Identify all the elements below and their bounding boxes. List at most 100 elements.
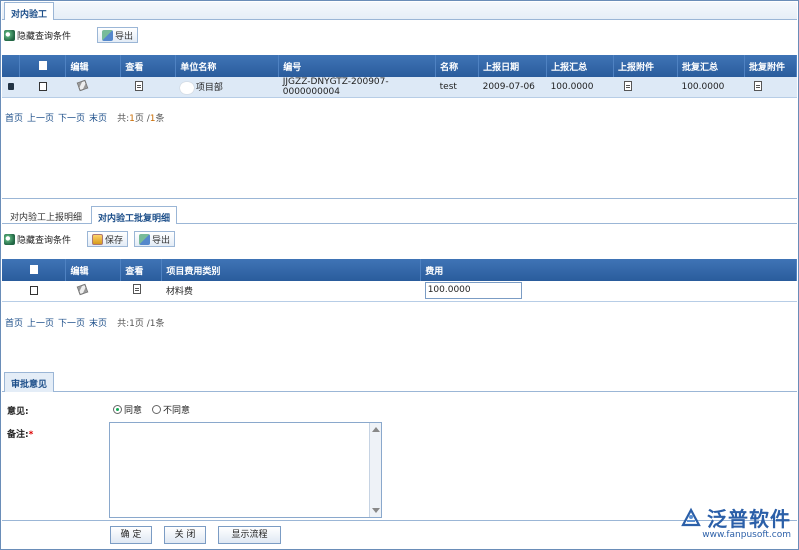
grid-header: 编辑 查看 项目费用类别 费用 xyxy=(2,259,797,281)
col-approve-total: 批复汇总 xyxy=(677,55,745,77)
confirm-button[interactable]: 确 定 xyxy=(110,526,152,544)
pager-count-unit: 条 xyxy=(155,114,165,124)
pager-first-link[interactable]: 首页 xyxy=(5,111,23,124)
brand-url: www.fanpusoft.com xyxy=(702,530,791,540)
pager-first-link[interactable]: 首页 xyxy=(5,316,23,329)
col-code: 编号 xyxy=(278,55,437,77)
opinion-label: 意见: xyxy=(7,407,29,417)
export-icon xyxy=(102,29,114,41)
edit-cell xyxy=(65,281,121,302)
category-cell: 材料费 xyxy=(161,281,421,302)
hide-query-label: 隐藏查询条件 xyxy=(17,31,72,42)
tab-approve-detail[interactable]: 对内验工批复明细 xyxy=(91,206,178,224)
col-fee: 费用 xyxy=(420,259,797,281)
scroll-down-icon[interactable] xyxy=(372,508,380,513)
col-edit: 编辑 xyxy=(65,55,122,77)
pager-total-prefix: 共: xyxy=(117,319,130,329)
edit-icon[interactable] xyxy=(76,79,89,92)
pager-total-prefix: 共: xyxy=(117,114,130,124)
fee-input[interactable]: 100.0000 xyxy=(424,282,522,300)
hide-query-link[interactable]: 隐藏查询条件 xyxy=(4,29,71,42)
show-flow-button[interactable]: 显示流程 xyxy=(218,526,281,544)
select-all-col xyxy=(19,55,67,77)
remark-label-wrap: 备注:* xyxy=(7,427,33,440)
remark-scrollbar[interactable] xyxy=(369,423,381,517)
lock-icon xyxy=(7,83,14,90)
view-cell xyxy=(120,281,162,302)
agree-label: 同意 xyxy=(124,406,143,416)
code-cell: JJGZZ-DNYGTZ-200907-0000000004 xyxy=(278,77,436,98)
export-button-2[interactable]: 导出 xyxy=(134,231,176,247)
pager-next-link[interactable]: 下一页 xyxy=(58,316,85,329)
tab-report-detail[interactable]: 对内验工上报明细 xyxy=(4,206,88,224)
top-tabstrip: 对内验工 xyxy=(2,2,797,20)
pager-summary: 共:1页 /1条 xyxy=(117,316,164,329)
row-checkbox[interactable] xyxy=(38,82,47,91)
toolbar-top: 隐藏查询条件 导出 xyxy=(2,24,797,46)
close-button[interactable]: 关 闭 xyxy=(164,526,206,544)
col-report-date: 上报日期 xyxy=(478,55,548,77)
col-name: 名称 xyxy=(435,55,480,77)
export-label: 导出 xyxy=(115,31,134,42)
unit-value: 项目部 xyxy=(195,83,223,94)
approve-attach-cell xyxy=(744,77,797,98)
remark-label: 备注: xyxy=(7,430,29,440)
remark-textarea[interactable] xyxy=(109,422,382,518)
export-icon xyxy=(139,233,151,245)
required-marker: * xyxy=(28,430,34,440)
approve-attachment-icon[interactable] xyxy=(754,80,763,91)
pager-last-link[interactable]: 末页 xyxy=(89,316,107,329)
pager-last-link[interactable]: 末页 xyxy=(89,111,107,124)
detail-tabstrip: 对内验工上报明细 对内验工批复明细 xyxy=(2,206,797,224)
approve-total-cell: 100.0000 xyxy=(677,77,745,98)
col-view: 查看 xyxy=(120,259,163,281)
tab-internal-inspection[interactable]: 对内验工 xyxy=(4,2,55,20)
col-edit: 编辑 xyxy=(65,259,122,281)
table-row[interactable]: 材料费 100.0000 xyxy=(2,281,797,302)
disagree-option[interactable]: 不同意 xyxy=(152,403,190,416)
agree-radio[interactable] xyxy=(113,405,122,414)
col-view: 查看 xyxy=(120,55,177,77)
pager-prev-link[interactable]: 上一页 xyxy=(27,316,54,329)
edit-icon[interactable] xyxy=(76,283,89,296)
pager-page-unit: 页 xyxy=(134,319,144,329)
export-button[interactable]: 导出 xyxy=(97,27,139,43)
pager-prev-link[interactable]: 上一页 xyxy=(27,111,54,124)
report-attach-cell xyxy=(613,77,678,98)
toolbar-detail: 隐藏查询条件 保存 导出 xyxy=(2,228,797,250)
report-grid: 编辑 查看 单位名称 编号 名称 上报日期 上报汇总 上报附件 批复汇总 批复附… xyxy=(2,55,798,98)
col-approve-attach: 批复附件 xyxy=(744,55,798,77)
hide-query-link-2[interactable]: 隐藏查询条件 xyxy=(4,233,71,246)
footer-divider xyxy=(2,520,797,521)
save-button[interactable]: 保存 xyxy=(87,231,129,247)
pager-summary: 共:1页 /1条 xyxy=(117,111,164,124)
col-report-total: 上报汇总 xyxy=(546,55,615,77)
tab-approval-opinion[interactable]: 审批意见 xyxy=(4,372,55,392)
disagree-label: 不同意 xyxy=(163,406,191,416)
view-icon[interactable] xyxy=(134,80,143,91)
col-report-attach: 上报附件 xyxy=(613,55,678,77)
disagree-radio[interactable] xyxy=(152,405,162,414)
fee-cell: 100.0000 xyxy=(420,281,797,302)
select-all-checkbox[interactable] xyxy=(29,265,38,274)
select-cell xyxy=(19,77,66,98)
select-all-checkbox[interactable] xyxy=(38,61,47,70)
edit-cell xyxy=(65,77,121,98)
scroll-up-icon[interactable] xyxy=(372,427,380,432)
grid-header: 编辑 查看 单位名称 编号 名称 上报日期 上报汇总 上报附件 批复汇总 批复附… xyxy=(2,55,798,77)
view-icon[interactable] xyxy=(132,284,141,295)
row-checkbox[interactable] xyxy=(29,285,38,295)
table-row[interactable]: 项目部 JJGZZ-DNYGTZ-200907-0000000004 test … xyxy=(2,77,797,98)
col-unit: 单位名称 xyxy=(175,55,280,77)
report-attachment-icon[interactable] xyxy=(623,80,632,91)
lock-cell xyxy=(2,77,20,98)
col-cost-category: 项目费用类别 xyxy=(161,259,422,281)
approval-tabstrip: 审批意见 xyxy=(2,372,797,392)
agree-option[interactable]: 同意 xyxy=(113,403,142,416)
brand-watermark: 泛普软件 www.fanpusoft.com xyxy=(679,503,791,540)
save-icon xyxy=(92,233,104,245)
pager-next-link[interactable]: 下一页 xyxy=(58,111,85,124)
select-cell xyxy=(2,281,66,302)
report-total-cell: 100.0000 xyxy=(546,77,614,98)
pager-count-unit: 条 xyxy=(155,319,165,329)
